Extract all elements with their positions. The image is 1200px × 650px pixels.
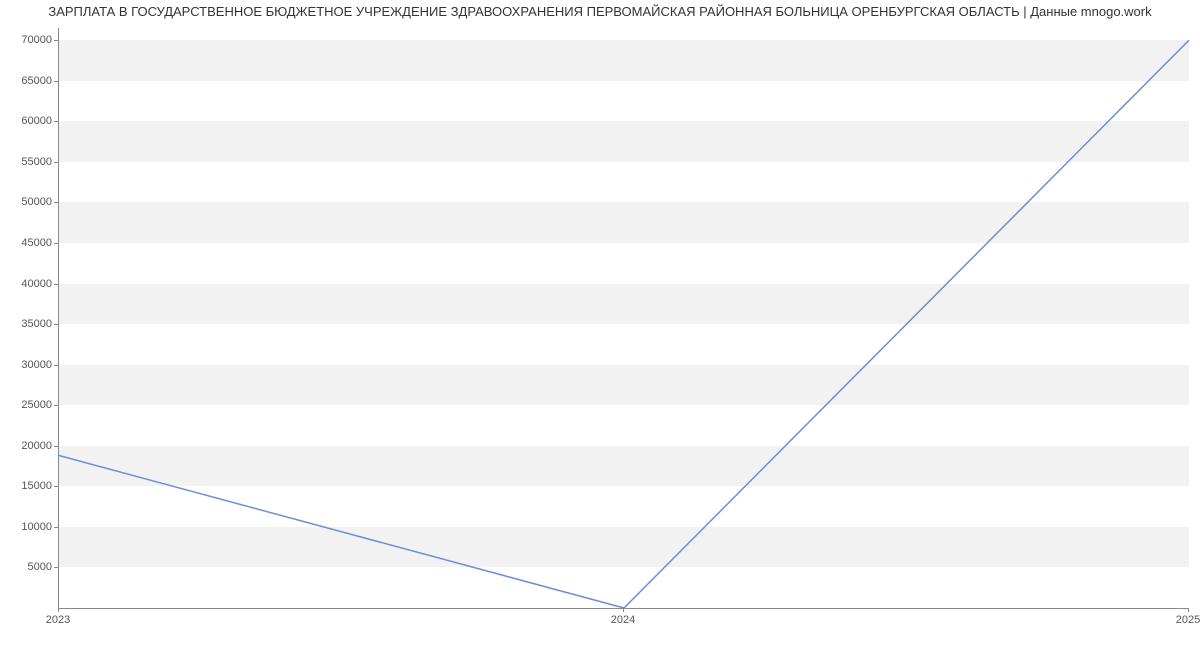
plot-area: [58, 28, 1189, 609]
y-tick-mark: [54, 567, 58, 568]
line-layer: [59, 28, 1189, 608]
y-tick-label: 30000: [2, 359, 52, 371]
x-tick-mark: [623, 608, 624, 612]
y-tick-label: 50000: [2, 196, 52, 208]
y-tick-label: 5000: [2, 561, 52, 573]
y-tick-mark: [54, 243, 58, 244]
y-tick-label: 45000: [2, 237, 52, 249]
y-tick-mark: [54, 446, 58, 447]
x-tick-label: 2024: [611, 614, 635, 626]
y-tick-mark: [54, 365, 58, 366]
y-tick-mark: [54, 121, 58, 122]
x-tick-mark: [1188, 608, 1189, 612]
x-tick-label: 2023: [46, 614, 70, 626]
y-tick-label: 15000: [2, 480, 52, 492]
y-tick-label: 65000: [2, 75, 52, 87]
y-tick-mark: [54, 162, 58, 163]
y-tick-label: 20000: [2, 440, 52, 452]
y-tick-label: 60000: [2, 115, 52, 127]
chart-title: ЗАРПЛАТА В ГОСУДАРСТВЕННОЕ БЮДЖЕТНОЕ УЧР…: [0, 4, 1200, 19]
y-tick-label: 25000: [2, 399, 52, 411]
y-tick-mark: [54, 324, 58, 325]
y-tick-label: 70000: [2, 34, 52, 46]
series-line: [59, 40, 1189, 608]
y-tick-mark: [54, 202, 58, 203]
y-tick-label: 10000: [2, 521, 52, 533]
y-tick-mark: [54, 405, 58, 406]
y-tick-mark: [54, 284, 58, 285]
y-tick-mark: [54, 40, 58, 41]
y-tick-label: 35000: [2, 318, 52, 330]
x-tick-label: 2025: [1176, 614, 1200, 626]
y-tick-label: 55000: [2, 156, 52, 168]
y-tick-mark: [54, 81, 58, 82]
x-tick-mark: [58, 608, 59, 612]
y-tick-mark: [54, 486, 58, 487]
y-tick-label: 40000: [2, 278, 52, 290]
y-tick-mark: [54, 527, 58, 528]
